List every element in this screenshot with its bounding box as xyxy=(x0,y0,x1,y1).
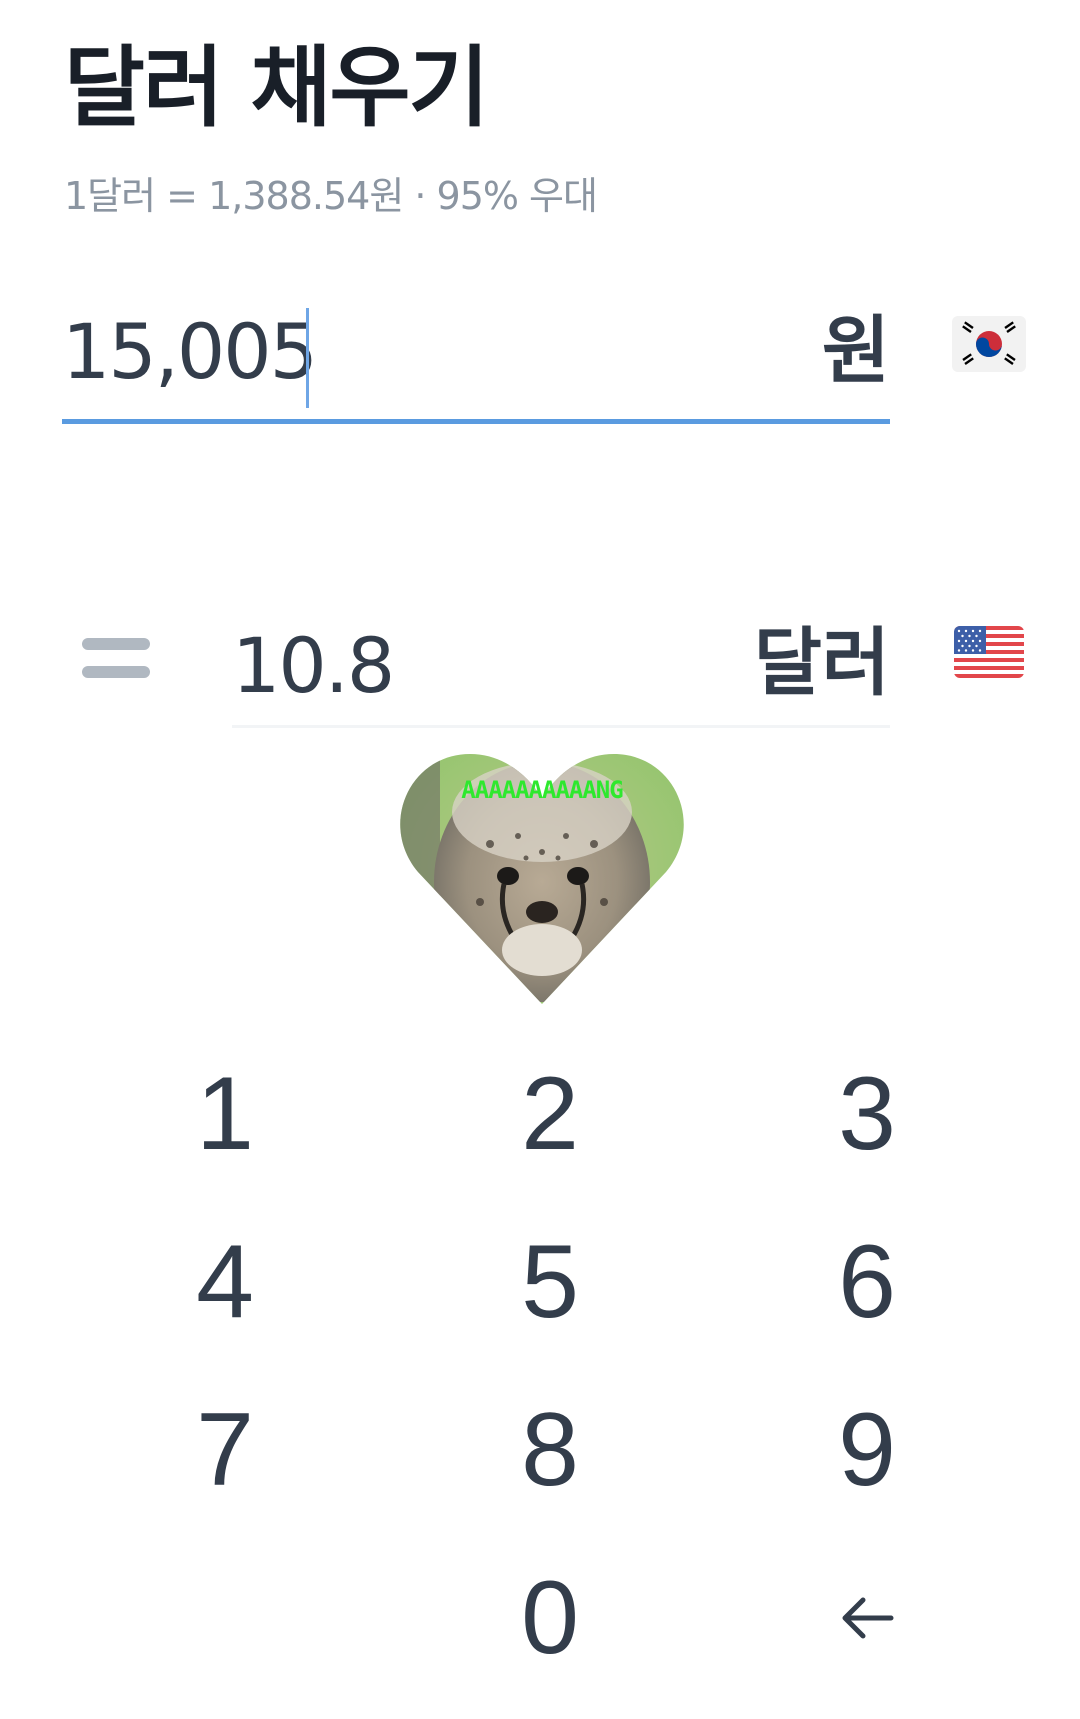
kr-flag-icon xyxy=(952,316,1026,372)
backspace-arrow-icon xyxy=(842,1597,894,1639)
exchange-screen: 달러 채우기 1달러 = 1,388.54원 · 95% 우대 15,005 원 xyxy=(0,0,1080,1719)
equals-icon xyxy=(82,636,150,680)
key-3[interactable]: 3 xyxy=(702,1030,1032,1198)
krw-unit-label: 원 xyxy=(821,308,890,394)
us-flag-icon xyxy=(954,626,1024,678)
key-6[interactable]: 6 xyxy=(702,1198,1032,1366)
krw-amount-value: 15,005 xyxy=(62,307,318,396)
key-8[interactable]: 8 xyxy=(398,1366,702,1534)
key-1[interactable]: 1 xyxy=(52,1030,398,1198)
sticker-caption: AAAAAAAAAANG xyxy=(461,776,623,804)
key-0[interactable]: 0 xyxy=(398,1534,702,1702)
key-2[interactable]: 2 xyxy=(398,1030,702,1198)
exchange-rate-info: 1달러 = 1,388.54원 · 95% 우대 xyxy=(64,174,598,218)
page-title: 달러 채우기 xyxy=(64,36,489,139)
text-caret xyxy=(306,308,309,408)
usd-amount-field[interactable]: 10.8 달러 xyxy=(232,612,890,728)
key-7[interactable]: 7 xyxy=(52,1366,398,1534)
numeric-keypad: 1 2 3 4 5 6 7 8 9 0 xyxy=(0,1030,1080,1702)
krw-amount-input[interactable]: 15,005 원 xyxy=(62,300,890,424)
key-9[interactable]: 9 xyxy=(702,1366,1032,1534)
usd-unit-label: 달러 xyxy=(753,620,890,706)
key-4[interactable]: 4 xyxy=(52,1198,398,1366)
usd-amount-value: 10.8 xyxy=(232,621,395,710)
backspace-key[interactable] xyxy=(702,1534,1032,1702)
cheetah-heart-sticker: AAAAAAAAAANG xyxy=(400,752,684,1004)
key-5[interactable]: 5 xyxy=(398,1198,702,1366)
key-empty xyxy=(52,1534,398,1702)
